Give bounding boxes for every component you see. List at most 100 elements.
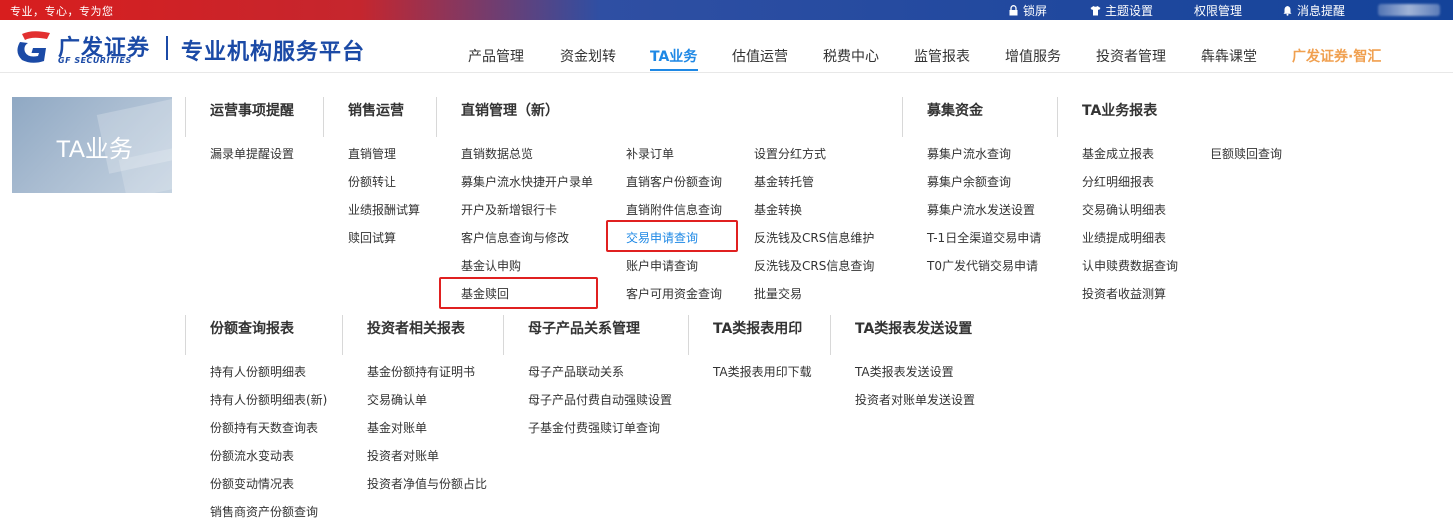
nav-ta-business[interactable]: TA业务 <box>650 46 697 66</box>
heading-direct-sales-new: 直销管理（新） <box>461 103 559 119</box>
menu-link-fund-statement[interactable]: 基金对账单 <box>367 419 427 436</box>
menu-link-investor-statement[interactable]: 投资者对账单 <box>367 447 439 464</box>
lock-screen-button[interactable]: 锁屏 <box>1008 2 1047 18</box>
permission-management-button[interactable]: 权限管理 <box>1194 2 1242 18</box>
column-divider <box>185 97 186 137</box>
menu-link-direct-attachment-query[interactable]: 直销附件信息查询 <box>626 201 722 218</box>
menu-link-available-funds-query[interactable]: 客户可用资金查询 <box>626 285 722 302</box>
menu-link-holder-share-detail-new[interactable]: 持有人份额明细表(新) <box>210 391 327 408</box>
column-divider <box>503 315 504 355</box>
heading-ta-report-print: TA类报表用印 <box>713 321 803 337</box>
header: 广发证券 GF SECURITIES 专业机构服务平台 产品管理 资金划转 TA… <box>0 20 1453 73</box>
menu-link-ta-send-settings[interactable]: TA类报表发送设置 <box>855 363 954 380</box>
nav-investor-management[interactable]: 投资者管理 <box>1096 46 1166 66</box>
column-divider <box>1057 97 1058 137</box>
menu-link-dividend-method[interactable]: 设置分红方式 <box>754 145 826 162</box>
gf-logo-icon <box>17 31 50 63</box>
menu-link-distributor-asset-query[interactable]: 销售商资产份额查询 <box>210 503 318 520</box>
heading-ta-reports: TA业务报表 <box>1082 103 1158 119</box>
nav-active-underline <box>650 69 698 71</box>
nav-value-added-services[interactable]: 增值服务 <box>1005 46 1061 66</box>
menu-link-holding-certificate[interactable]: 基金份额持有证明书 <box>367 363 475 380</box>
menu-link-transaction-application-query[interactable]: 交易申请查询 <box>626 229 698 246</box>
menu-link-account-application-query[interactable]: 账户申请查询 <box>626 257 698 274</box>
menu-link-customer-info[interactable]: 客户信息查询与修改 <box>461 229 569 246</box>
banner-title: TA业务 <box>56 136 133 163</box>
nav-benben-classroom[interactable]: 犇犇课堂 <box>1201 46 1257 66</box>
menu-link-parent-child-linkage[interactable]: 母子产品联动关系 <box>528 363 624 380</box>
menu-link-fund-subscription[interactable]: 基金认申购 <box>461 257 521 274</box>
menu-link-raise-account-balance[interactable]: 募集户余额查询 <box>927 173 1011 190</box>
menu-link-open-account-bank-card[interactable]: 开户及新增银行卡 <box>461 201 557 218</box>
message-reminder-label: 消息提醒 <box>1297 3 1346 18</box>
top-strip: 专业，专心，专为您 锁屏 主题设置 权限管理 消息提醒 <box>0 0 1453 20</box>
heading-share-reports: 份额查询报表 <box>210 321 294 337</box>
nav-regulatory-reports[interactable]: 监管报表 <box>914 46 970 66</box>
heading-ops-reminder: 运营事项提醒 <box>210 103 294 119</box>
menu-link-holding-days-query[interactable]: 份额持有天数查询表 <box>210 419 318 436</box>
heading-fundraising: 募集资金 <box>927 103 983 119</box>
menu-link-share-transfer[interactable]: 份额转让 <box>348 173 396 190</box>
menu-link-raise-flow-send-settings[interactable]: 募集户流水发送设置 <box>927 201 1035 218</box>
menu-link-child-forced-redemption-query[interactable]: 子基金付费强赎订单查询 <box>528 419 660 436</box>
permission-management-label: 权限管理 <box>1194 3 1243 18</box>
menu-link-redemption-calc[interactable]: 赎回试算 <box>348 229 396 246</box>
menu-link-fund-redemption[interactable]: 基金赎回 <box>461 285 509 302</box>
menu-link-aml-crs-maintenance[interactable]: 反洗钱及CRS信息维护 <box>754 229 874 246</box>
menu-link-t1-all-channel[interactable]: T-1日全渠道交易申请 <box>927 229 1041 246</box>
user-avatar-blurred[interactable] <box>1378 4 1440 16</box>
nav-fund-transfer[interactable]: 资金划转 <box>560 46 616 66</box>
menu-link-batch-trading[interactable]: 批量交易 <box>754 285 802 302</box>
heading-ta-report-send: TA类报表发送设置 <box>855 321 973 337</box>
platform-title: 专业机构服务平台 <box>181 40 366 65</box>
menu-link-fund-custody-transfer[interactable]: 基金转托管 <box>754 173 814 190</box>
menu-link-performance-fee-calc[interactable]: 业绩报酬试算 <box>348 201 420 218</box>
column-divider <box>342 315 343 355</box>
nav-gf-zhihui[interactable]: 广发证券·智汇 <box>1292 46 1381 66</box>
menu-link-direct-customer-shares[interactable]: 直销客户份额查询 <box>626 173 722 190</box>
menu-link-transaction-confirmation[interactable]: 交易确认单 <box>367 391 427 408</box>
menu-link-quick-account-entry[interactable]: 募集户流水快捷开户录单 <box>461 173 593 190</box>
heading-sales-ops: 销售运营 <box>348 103 404 119</box>
column-divider <box>688 315 689 355</box>
logo-english-text: GF SECURITIES <box>58 56 132 65</box>
theme-settings-button[interactable]: 主题设置 <box>1090 2 1153 18</box>
menu-link-transaction-confirm-detail[interactable]: 交易确认明细表 <box>1082 201 1166 218</box>
menu-link-performance-commission-detail[interactable]: 业绩提成明细表 <box>1082 229 1166 246</box>
nav-valuation-ops[interactable]: 估值运营 <box>732 46 788 66</box>
menu-link-subscription-fee-query[interactable]: 认申赎费数据查询 <box>1082 257 1178 274</box>
menu-link-investor-statement-send[interactable]: 投资者对账单发送设置 <box>855 391 975 408</box>
menu-link-nav-share-ratio[interactable]: 投资者净值与份额占比 <box>367 475 487 492</box>
menu-link-share-change-status[interactable]: 份额变动情况表 <box>210 475 294 492</box>
menu-link-auto-forced-redemption[interactable]: 母子产品付费自动强赎设置 <box>528 391 672 408</box>
column-divider <box>436 97 437 137</box>
menu-link-ta-print-download[interactable]: TA类报表用印下载 <box>713 363 812 380</box>
menu-link-fund-conversion[interactable]: 基金转换 <box>754 201 802 218</box>
menu-link-dividend-detail-report[interactable]: 分红明细报表 <box>1082 173 1154 190</box>
menu-link-holder-share-detail[interactable]: 持有人份额明细表 <box>210 363 306 380</box>
company-logo[interactable]: 广发证券 GF SECURITIES <box>12 28 152 66</box>
menu-link-t0-gf-agency[interactable]: T0广发代销交易申请 <box>927 257 1038 274</box>
nav-tax-center[interactable]: 税费中心 <box>823 46 879 66</box>
bell-icon <box>1283 5 1292 16</box>
lock-icon <box>1009 4 1018 15</box>
menu-link-fund-establish-report[interactable]: 基金成立报表 <box>1082 145 1154 162</box>
ta-business-banner: TA业务 <box>12 97 172 193</box>
menu-link-share-flow-change[interactable]: 份额流水变动表 <box>210 447 294 464</box>
menu-link-supplement-order[interactable]: 补录订单 <box>626 145 674 162</box>
column-divider <box>902 97 903 137</box>
menu-link-direct-sales-mgmt[interactable]: 直销管理 <box>348 145 396 162</box>
menu-link-large-redemption-query[interactable]: 巨额赎回查询 <box>1210 145 1282 162</box>
menu-link-raise-account-flow[interactable]: 募集户流水查询 <box>927 145 1011 162</box>
lock-screen-label: 锁屏 <box>1023 3 1048 18</box>
menu-link-missed-order-reminder[interactable]: 漏录单提醒设置 <box>210 145 294 162</box>
column-divider <box>185 315 186 355</box>
menu-link-investor-return-calc[interactable]: 投资者收益测算 <box>1082 285 1166 302</box>
column-divider <box>830 315 831 355</box>
menu-link-direct-data-overview[interactable]: 直销数据总览 <box>461 145 533 162</box>
slogan: 专业，专心，专为您 <box>10 5 114 18</box>
message-reminder-button[interactable]: 消息提醒 <box>1282 2 1345 18</box>
nav-product-management[interactable]: 产品管理 <box>468 46 524 66</box>
shirt-icon <box>1090 5 1101 15</box>
menu-link-aml-crs-query[interactable]: 反洗钱及CRS信息查询 <box>754 257 874 274</box>
